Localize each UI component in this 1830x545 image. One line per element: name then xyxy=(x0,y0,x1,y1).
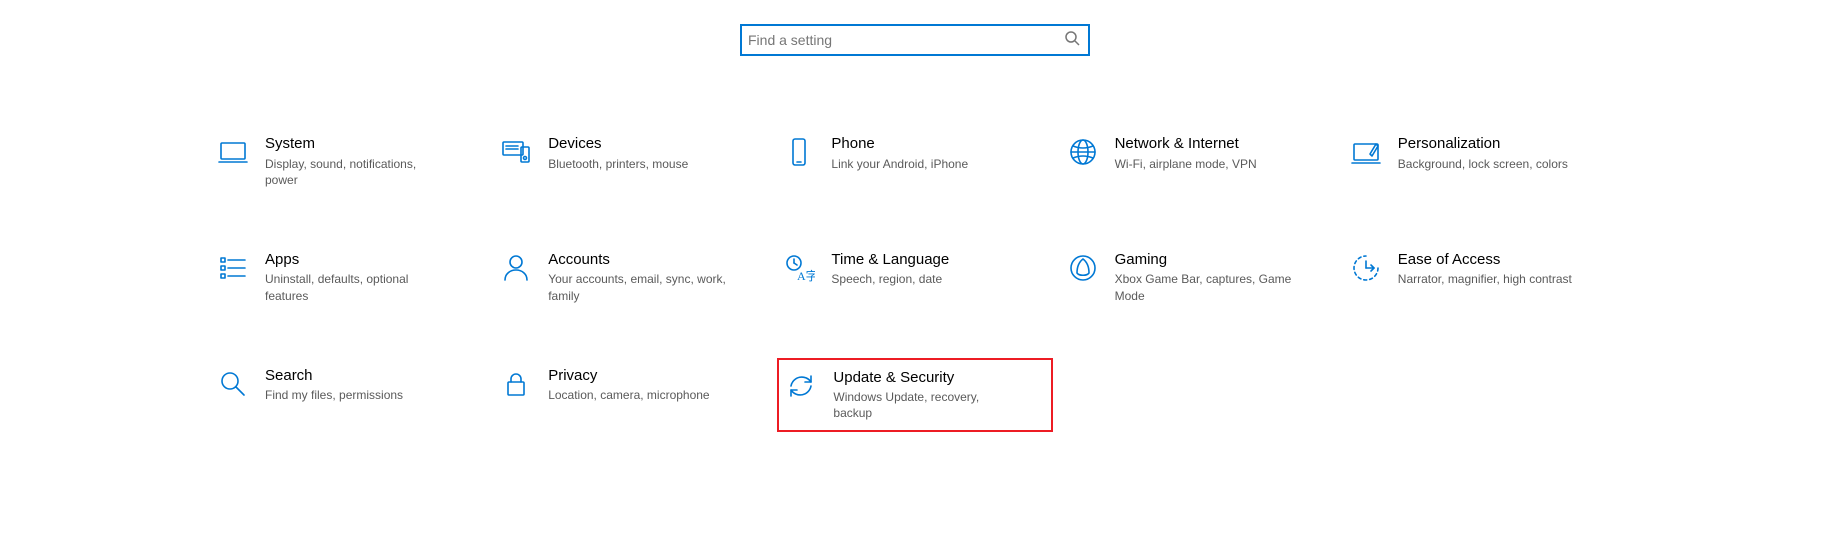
time-language-icon: A字 xyxy=(783,252,815,284)
tile-apps[interactable]: Apps Uninstall, defaults, optional featu… xyxy=(211,242,486,312)
tile-ease-of-access[interactable]: Ease of Access Narrator, magnifier, high… xyxy=(1344,242,1619,312)
search-box[interactable] xyxy=(740,24,1090,56)
tile-text: System Display, sound, notifications, po… xyxy=(265,134,445,188)
settings-home: System Display, sound, notifications, po… xyxy=(0,0,1830,545)
tile-desc: Windows Update, recovery, backup xyxy=(833,389,1013,421)
lock-icon xyxy=(500,368,532,400)
tile-desc: Narrator, magnifier, high contrast xyxy=(1398,271,1572,287)
tile-accounts[interactable]: Accounts Your accounts, email, sync, wor… xyxy=(494,242,769,312)
tile-text: Privacy Location, camera, microphone xyxy=(548,366,709,404)
tile-title: Apps xyxy=(265,250,445,270)
tile-search[interactable]: Search Find my files, permissions xyxy=(211,358,486,432)
tile-text: Phone Link your Android, iPhone xyxy=(831,134,968,172)
tile-title: Devices xyxy=(548,134,688,154)
personalization-icon xyxy=(1350,136,1382,168)
tile-text: Ease of Access Narrator, magnifier, high… xyxy=(1398,250,1572,288)
tile-network[interactable]: Network & Internet Wi-Fi, airplane mode,… xyxy=(1061,126,1336,196)
tile-update-security[interactable]: Update & Security Windows Update, recove… xyxy=(777,358,1052,432)
tile-title: Personalization xyxy=(1398,134,1568,154)
tile-title: Accounts xyxy=(548,250,728,270)
tile-desc: Your accounts, email, sync, work, family xyxy=(548,271,728,303)
phone-icon xyxy=(783,136,815,168)
tile-title: Time & Language xyxy=(831,250,949,270)
tile-desc: Speech, region, date xyxy=(831,271,949,287)
tile-phone[interactable]: Phone Link your Android, iPhone xyxy=(777,126,1052,196)
tile-desc: Uninstall, defaults, optional features xyxy=(265,271,445,303)
tile-text: Search Find my files, permissions xyxy=(265,366,403,404)
tile-text: Accounts Your accounts, email, sync, wor… xyxy=(548,250,728,304)
tile-gaming[interactable]: Gaming Xbox Game Bar, captures, Game Mod… xyxy=(1061,242,1336,312)
tile-devices[interactable]: Devices Bluetooth, printers, mouse xyxy=(494,126,769,196)
tile-text: Personalization Background, lock screen,… xyxy=(1398,134,1568,172)
tile-text: Apps Uninstall, defaults, optional featu… xyxy=(265,250,445,304)
system-icon xyxy=(217,136,249,168)
tile-desc: Background, lock screen, colors xyxy=(1398,156,1568,172)
tile-desc: Link your Android, iPhone xyxy=(831,156,968,172)
tile-title: System xyxy=(265,134,445,154)
tile-title: Network & Internet xyxy=(1115,134,1257,154)
tile-desc: Location, camera, microphone xyxy=(548,387,709,403)
tile-title: Privacy xyxy=(548,366,709,386)
search-wrap xyxy=(740,24,1090,56)
svg-text:A字: A字 xyxy=(797,268,815,283)
update-icon xyxy=(785,370,817,402)
tile-text: Gaming Xbox Game Bar, captures, Game Mod… xyxy=(1115,250,1295,304)
tile-system[interactable]: System Display, sound, notifications, po… xyxy=(211,126,486,196)
tile-title: Gaming xyxy=(1115,250,1295,270)
tile-text: Network & Internet Wi-Fi, airplane mode,… xyxy=(1115,134,1257,172)
tile-desc: Bluetooth, printers, mouse xyxy=(548,156,688,172)
tile-privacy[interactable]: Privacy Location, camera, microphone xyxy=(494,358,769,432)
tile-desc: Xbox Game Bar, captures, Game Mode xyxy=(1115,271,1295,303)
person-icon xyxy=(500,252,532,284)
search-category-icon xyxy=(217,368,249,400)
tile-title: Ease of Access xyxy=(1398,250,1572,270)
tile-personalization[interactable]: Personalization Background, lock screen,… xyxy=(1344,126,1619,196)
tile-time-language[interactable]: A字 Time & Language Speech, region, date xyxy=(777,242,1052,312)
ease-of-access-icon xyxy=(1350,252,1382,284)
globe-icon xyxy=(1067,136,1099,168)
tile-text: Update & Security Windows Update, recove… xyxy=(833,368,1013,422)
tile-desc: Find my files, permissions xyxy=(265,387,403,403)
tile-text: Devices Bluetooth, printers, mouse xyxy=(548,134,688,172)
tile-text: Time & Language Speech, region, date xyxy=(831,250,949,288)
tile-desc: Display, sound, notifications, power xyxy=(265,156,445,188)
tile-title: Phone xyxy=(831,134,968,154)
search-input[interactable] xyxy=(748,32,1064,48)
tile-desc: Wi-Fi, airplane mode, VPN xyxy=(1115,156,1257,172)
gaming-icon xyxy=(1067,252,1099,284)
tile-title: Update & Security xyxy=(833,368,1013,388)
categories-grid: System Display, sound, notifications, po… xyxy=(205,126,1625,432)
tile-title: Search xyxy=(265,366,403,386)
devices-icon xyxy=(500,136,532,168)
search-icon xyxy=(1064,30,1080,51)
apps-icon xyxy=(217,252,249,284)
